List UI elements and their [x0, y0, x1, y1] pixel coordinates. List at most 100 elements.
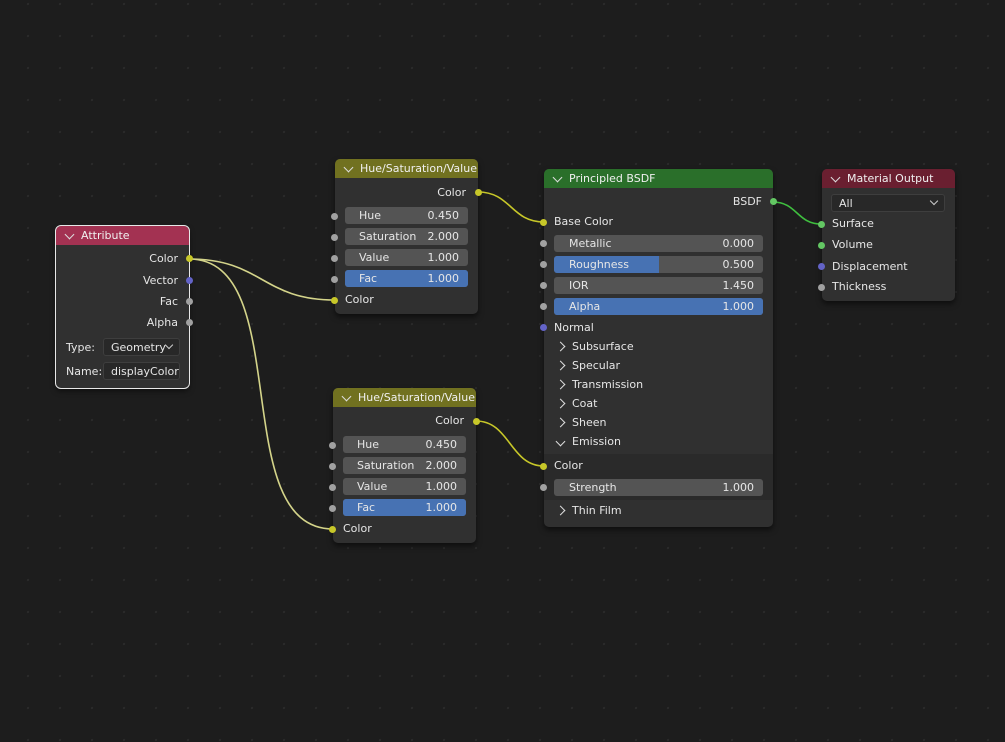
- field-label: Hue: [359, 209, 382, 222]
- hsv-node-1[interactable]: Hue/Saturation/Value Color Hue 0.450 Sat…: [335, 159, 478, 314]
- input-label-emission-color: Color: [554, 459, 583, 472]
- hsv2-hue-input-socket[interactable]: [329, 442, 336, 449]
- hsv1-fac-input-socket[interactable]: [331, 276, 338, 283]
- hsv-node-1-header[interactable]: Hue/Saturation/Value: [335, 159, 478, 178]
- attribute-alpha-output-socket[interactable]: [186, 319, 193, 326]
- principled-bsdf-node[interactable]: Principled BSDF BSDF Base Color Metallic…: [544, 169, 773, 527]
- expand-chevron-icon: [555, 341, 566, 352]
- metallic-input-socket[interactable]: [540, 240, 547, 247]
- collapse-chevron-icon[interactable]: [830, 172, 841, 182]
- metallic-slider[interactable]: Metallic 0.000: [554, 235, 763, 252]
- attribute-node-header[interactable]: Attribute: [56, 226, 189, 245]
- field-value: 0.500: [722, 258, 755, 271]
- output-label-color: Color: [149, 252, 178, 265]
- hue-field[interactable]: Hue 0.450: [343, 436, 466, 453]
- attribute-fac-output-socket[interactable]: [186, 298, 193, 305]
- panel-label: Emission: [572, 435, 621, 448]
- render-target-dropdown[interactable]: All: [831, 194, 945, 212]
- collapse-chevron-icon[interactable]: [552, 172, 563, 182]
- panel-label: Subsurface: [572, 340, 634, 353]
- attribute-name-field[interactable]: displayColor: [103, 362, 180, 380]
- hsv2-color-output-socket[interactable]: [473, 418, 480, 425]
- value-field[interactable]: Value 1.000: [345, 249, 468, 266]
- alpha-slider[interactable]: Alpha 1.000: [554, 298, 763, 315]
- type-dropdown[interactable]: Geometry: [103, 338, 180, 356]
- principled-bsdf-header[interactable]: Principled BSDF: [544, 169, 773, 188]
- displacement-input-socket[interactable]: [818, 263, 825, 270]
- hsv1-value-input-socket[interactable]: [331, 255, 338, 262]
- attribute-node[interactable]: Attribute Color Vector Fac Alpha Type: G…: [55, 225, 190, 389]
- field-value: 1.450: [722, 279, 755, 292]
- node-title: Hue/Saturation/Value: [358, 391, 475, 404]
- thickness-input-socket[interactable]: [818, 284, 825, 291]
- hsv1-hue-input-socket[interactable]: [331, 213, 338, 220]
- panel-coat[interactable]: Coat: [555, 397, 598, 410]
- hsv1-color-input-socket[interactable]: [331, 297, 338, 304]
- input-label-color: Color: [345, 293, 374, 306]
- hsv1-color-output-socket[interactable]: [475, 189, 482, 196]
- output-label-vector: Vector: [142, 274, 178, 287]
- hsv-node-2[interactable]: Hue/Saturation/Value Color Hue 0.450 Sat…: [333, 388, 476, 543]
- ior-field[interactable]: IOR 1.450: [554, 277, 763, 294]
- ior-input-socket[interactable]: [540, 282, 547, 289]
- type-dropdown-value: Geometry: [111, 341, 166, 354]
- hue-field[interactable]: Hue 0.450: [345, 207, 468, 224]
- material-output-header[interactable]: Material Output: [822, 169, 955, 188]
- field-label: Metallic: [569, 237, 612, 250]
- node-title: Attribute: [81, 229, 130, 242]
- hsv2-fac-input-socket[interactable]: [329, 505, 336, 512]
- emission-color-input-socket[interactable]: [540, 463, 547, 470]
- collapse-chevron-icon[interactable]: [343, 162, 354, 172]
- input-label-base-color: Base Color: [554, 215, 614, 228]
- hsv1-saturation-input-socket[interactable]: [331, 234, 338, 241]
- roughness-slider[interactable]: Roughness 0.500: [554, 256, 763, 273]
- hsv2-saturation-input-socket[interactable]: [329, 463, 336, 470]
- panel-specular[interactable]: Specular: [555, 359, 621, 372]
- normal-input-socket[interactable]: [540, 324, 547, 331]
- saturation-field[interactable]: Saturation 2.000: [345, 228, 468, 245]
- hsv-node-2-header[interactable]: Hue/Saturation/Value: [333, 388, 476, 407]
- emission-strength-input-socket[interactable]: [540, 484, 547, 491]
- material-output-node[interactable]: Material Output All Surface Volume Displ…: [822, 169, 955, 301]
- panel-subsurface[interactable]: Subsurface: [555, 340, 634, 353]
- roughness-input-socket[interactable]: [540, 261, 547, 268]
- field-label: Fac: [357, 501, 376, 514]
- field-value: 1.000: [427, 272, 460, 285]
- panel-label: Coat: [572, 397, 598, 410]
- emission-strength-field[interactable]: Strength 1.000: [554, 479, 763, 496]
- panel-label: Thin Film: [572, 504, 622, 517]
- expand-chevron-icon: [555, 360, 566, 371]
- panel-sheen[interactable]: Sheen: [555, 416, 606, 429]
- attribute-color-output-socket[interactable]: [186, 255, 193, 262]
- field-value: 1.000: [425, 480, 458, 493]
- fac-slider[interactable]: Fac 1.000: [343, 499, 466, 516]
- dropdown-chevron-icon: [164, 340, 174, 350]
- field-value: 1.000: [425, 501, 458, 514]
- panel-thin-film[interactable]: Thin Film: [555, 504, 622, 517]
- hsv2-color-input-socket[interactable]: [329, 526, 336, 533]
- field-label: Alpha: [569, 300, 601, 313]
- field-value: 0.450: [425, 438, 458, 451]
- input-label-displacement: Displacement: [832, 260, 908, 273]
- attribute-name-value: displayColor: [111, 365, 179, 378]
- dropdown-chevron-icon: [929, 196, 939, 206]
- alpha-input-socket[interactable]: [540, 303, 547, 310]
- panel-emission[interactable]: Emission: [555, 435, 621, 448]
- fac-slider[interactable]: Fac 1.000: [345, 270, 468, 287]
- bsdf-output-socket[interactable]: [770, 198, 777, 205]
- collapse-chevron-icon[interactable]: [64, 229, 75, 239]
- panel-transmission[interactable]: Transmission: [555, 378, 643, 391]
- expand-chevron-icon: [555, 398, 566, 409]
- base-color-input-socket[interactable]: [540, 219, 547, 226]
- surface-input-socket[interactable]: [818, 221, 825, 228]
- output-label-color: Color: [437, 186, 466, 199]
- attribute-vector-output-socket[interactable]: [186, 277, 193, 284]
- hsv2-value-input-socket[interactable]: [329, 484, 336, 491]
- saturation-field[interactable]: Saturation 2.000: [343, 457, 466, 474]
- input-label-thickness: Thickness: [832, 280, 887, 293]
- value-field[interactable]: Value 1.000: [343, 478, 466, 495]
- collapse-chevron-icon[interactable]: [341, 391, 352, 401]
- panel-label: Specular: [572, 359, 621, 372]
- expand-chevron-icon: [555, 379, 566, 390]
- volume-input-socket[interactable]: [818, 242, 825, 249]
